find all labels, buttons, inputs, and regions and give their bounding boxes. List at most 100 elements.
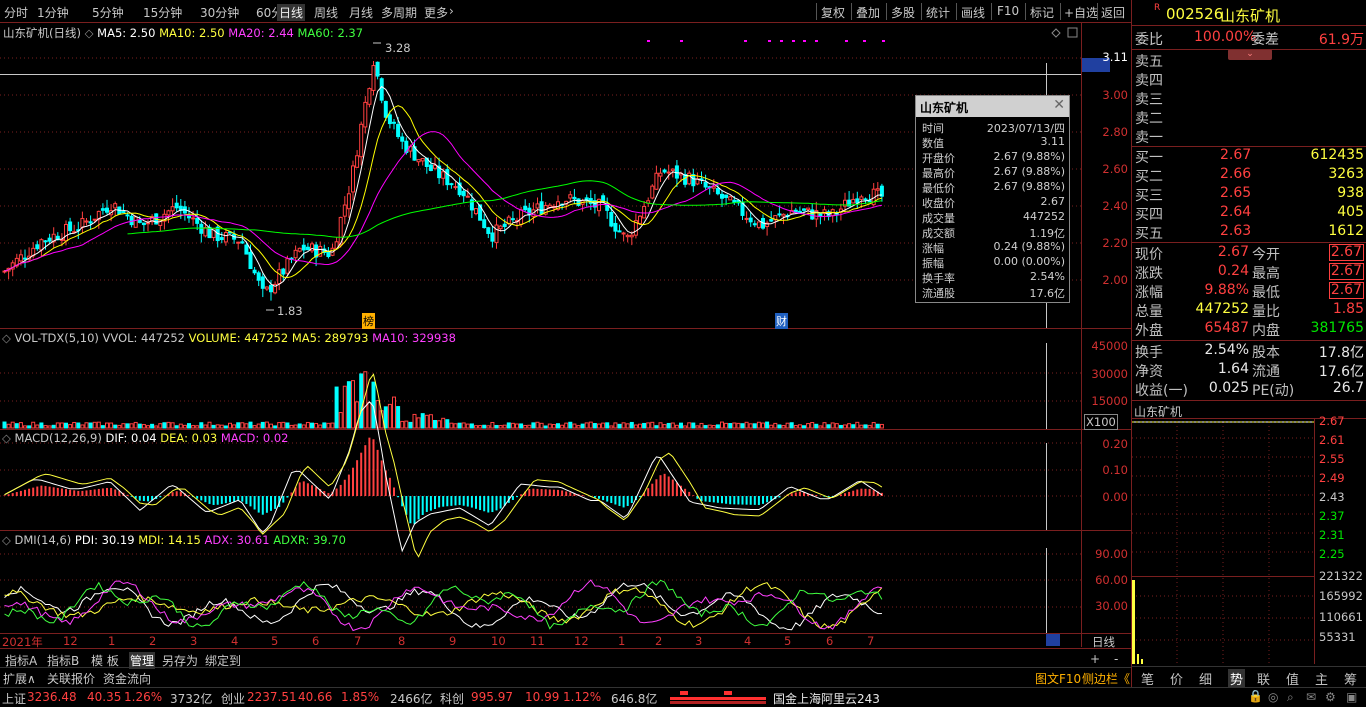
candle-body: [629, 234, 634, 238]
candle-body: [371, 65, 376, 91]
tab-trend[interactable]: 势: [1228, 669, 1246, 688]
collapse-icon[interactable]: ◇: [2, 533, 11, 547]
stats-row: 收益(一) 0.025 PE(动) 26.7: [1135, 380, 1364, 399]
multi-stock-button[interactable]: 多股: [891, 4, 915, 21]
tab-trades[interactable]: 笔: [1141, 669, 1154, 688]
volume-bar: [580, 423, 585, 429]
candle-body: [859, 196, 864, 200]
overlay-button[interactable]: 叠加: [856, 4, 880, 21]
cy-index-change: 40.66: [298, 690, 333, 704]
volume-bar: [240, 422, 245, 429]
candle-body: [613, 222, 618, 232]
mark-button[interactable]: 标记: [1030, 4, 1054, 21]
message-icon[interactable]: ✉: [1306, 690, 1316, 704]
quote-row: 外盘 65487 内盘 381765: [1135, 320, 1364, 339]
volume-bar: [191, 425, 196, 429]
volume-bar: [797, 424, 802, 429]
period-more[interactable]: 更多: [424, 4, 448, 21]
volume-bar: [2, 421, 7, 429]
volume-bar: [539, 422, 544, 429]
zoom-in-icon[interactable]: +: [1090, 652, 1100, 666]
tab-related[interactable]: 联: [1257, 669, 1270, 688]
volume-bar: [474, 425, 478, 429]
search-icon[interactable]: ⌕: [1287, 690, 1294, 705]
candle-body: [420, 158, 425, 162]
volume-bar: [449, 422, 454, 429]
quote-panel: R 002526 山东矿机 委比 100.00% 委差 61.9万 ⌄ 卖五 卖…: [1131, 0, 1366, 666]
related-quotes-tab[interactable]: 关联报价: [47, 670, 95, 687]
sidebar-toggle-button[interactable]: 侧边栏《: [1082, 670, 1130, 687]
candle-body: [535, 203, 540, 209]
period-multi[interactable]: 多周期: [381, 4, 417, 21]
add-watchlist-button[interactable]: +自选: [1064, 4, 1098, 21]
close-icon[interactable]: ✕: [1053, 97, 1065, 113]
collapse-icon[interactable]: ◇: [85, 26, 94, 40]
tab-detail[interactable]: 细: [1199, 669, 1212, 688]
volume-bar: [289, 424, 294, 429]
macd-title: MACD(12,26,9): [14, 431, 102, 445]
period-1min[interactable]: 1分钟: [37, 4, 69, 21]
candle-body: [494, 224, 499, 244]
volume-bar: [584, 422, 589, 429]
period-weekly[interactable]: 周线: [314, 4, 338, 21]
volume-bar: [215, 424, 220, 429]
candle-body: [203, 227, 208, 237]
volume-bar: [14, 423, 19, 429]
f10-text-button[interactable]: 图文F10: [1035, 670, 1081, 687]
finance-badge[interactable]: 财: [775, 313, 788, 329]
diamond-icon[interactable]: [1051, 28, 1061, 38]
candle-body: [88, 221, 93, 224]
sell-row: 卖一: [1135, 130, 1163, 146]
candle-body: [617, 230, 622, 233]
volume-bar: [515, 423, 519, 429]
bell-icon[interactable]: ◎: [1268, 690, 1278, 704]
period-intraday[interactable]: 分时: [4, 4, 28, 21]
candle-body: [195, 217, 200, 224]
x-tick: 5: [271, 634, 279, 648]
f10-button[interactable]: F10: [997, 4, 1019, 18]
period-daily[interactable]: 日线: [277, 4, 306, 21]
square-icon[interactable]: [1067, 27, 1078, 38]
collapse-icon[interactable]: ◇: [2, 431, 11, 445]
server-name[interactable]: 国金上海阿里云243: [773, 690, 880, 707]
fund-flow-tab[interactable]: 资金流向: [103, 670, 151, 687]
chevron-right-icon[interactable]: ›: [449, 4, 454, 18]
collapse-icon[interactable]: ◇: [2, 331, 11, 345]
tab-value[interactable]: 值: [1286, 669, 1299, 688]
candle-body: [519, 209, 524, 225]
cy-index-name[interactable]: 创业: [221, 690, 245, 707]
back-button[interactable]: 返回: [1101, 4, 1125, 21]
market-breadth-icon[interactable]: [668, 689, 768, 705]
period-5min[interactable]: 5分钟: [92, 4, 124, 21]
expand-button[interactable]: 扩展∧: [3, 670, 36, 687]
kc-index-name[interactable]: 科创: [440, 690, 464, 707]
volume-bar: [810, 422, 815, 429]
tab-main[interactable]: 主: [1315, 669, 1328, 688]
window-icon[interactable]: ▣: [1346, 690, 1357, 704]
volume-bar: [141, 424, 146, 429]
zoom-out-icon[interactable]: -: [1114, 652, 1118, 666]
volume-bar: [178, 423, 183, 429]
list-badge[interactable]: 榜: [362, 313, 375, 329]
candle-body: [359, 123, 364, 158]
candle-body: [449, 183, 454, 186]
fuquan-button[interactable]: 复权: [821, 4, 845, 21]
sh-index-name[interactable]: 上证: [2, 690, 26, 707]
period-30min[interactable]: 30分钟: [200, 4, 239, 21]
quote-row: 涨跌 0.24 最高 2.67: [1135, 263, 1364, 282]
period-monthly[interactable]: 月线: [349, 4, 373, 21]
stats-button[interactable]: 统计: [926, 4, 950, 21]
settings-icon[interactable]: ⚙: [1325, 690, 1336, 704]
volume-bar: [592, 423, 597, 429]
volume-bar: [773, 422, 778, 429]
volume-bar: [658, 422, 663, 429]
candle-body: [80, 218, 85, 228]
volume-bar: [55, 422, 60, 429]
volume-bar: [662, 424, 667, 429]
volume-bar: [461, 422, 466, 429]
period-15min[interactable]: 15分钟: [143, 4, 182, 21]
tab-chips[interactable]: 筹: [1344, 669, 1357, 688]
draw-line-button[interactable]: 画线: [961, 4, 985, 21]
lock-icon[interactable]: 🔒: [1248, 689, 1263, 703]
tab-price[interactable]: 价: [1170, 669, 1183, 688]
